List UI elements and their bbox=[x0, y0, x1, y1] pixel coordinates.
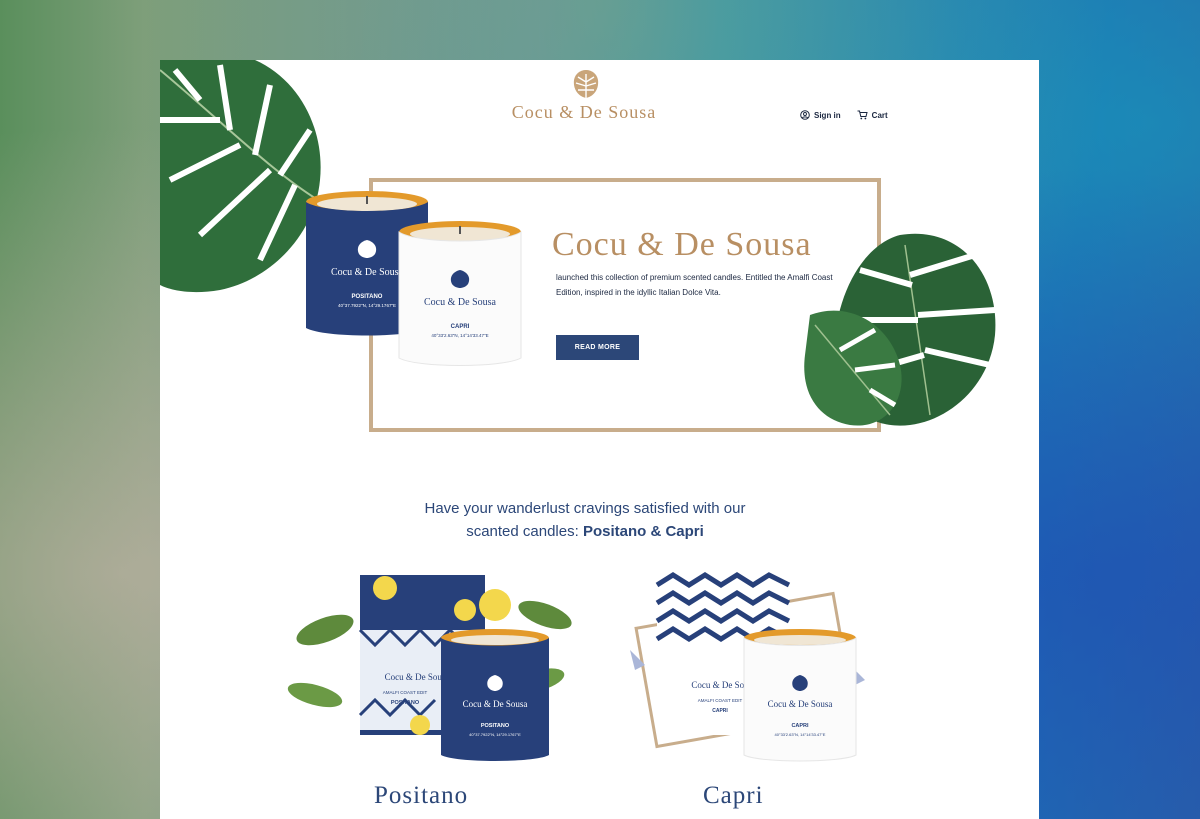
positano-candle-brand: Cocu & De Sousa bbox=[463, 699, 528, 709]
cart-label: Cart bbox=[871, 110, 888, 120]
hero-candle-capri-brand: Cocu & De Sousa bbox=[424, 297, 497, 308]
product-title-positano[interactable]: Positano bbox=[374, 782, 468, 810]
website-page: Cocu & De Sousa Sign in Cart Cocu & De S… bbox=[160, 60, 1039, 819]
hero-candle-positano-brand: Cocu & De Sousa bbox=[331, 267, 404, 278]
monstera-leaf-right-decoration bbox=[804, 233, 996, 426]
brand-logo[interactable]: Cocu & De Sousa bbox=[460, 102, 708, 123]
user-icon bbox=[800, 110, 810, 120]
product-image-positano[interactable]: Cocu & De Sousa AMALFI COAST EDIT POSITA… bbox=[285, 570, 585, 770]
cart-icon bbox=[857, 110, 868, 120]
positano-candle-name: POSITANO bbox=[481, 723, 510, 729]
tagline-line2-text: scanted candles: bbox=[466, 523, 583, 540]
positano-box-name: POSITANO bbox=[391, 700, 420, 706]
hero-description: launched this collection of premium scen… bbox=[556, 273, 833, 297]
monstera-leaf-left-decoration bbox=[160, 60, 321, 293]
positano-box-brand: Cocu & De Sousa bbox=[385, 672, 450, 682]
capri-box-edition: AMALFI COAST EDIT bbox=[698, 698, 743, 703]
hero-candle-capri-coords: 40°33'2.63"N, 14°14'33.47"E bbox=[431, 333, 488, 338]
positano-box-edition: AMALFI COAST EDIT bbox=[383, 690, 428, 695]
positano-candle-coords: 40°37.7922"N, 14°29.1767"E bbox=[469, 732, 521, 737]
cart-link[interactable]: Cart bbox=[857, 110, 888, 120]
product-image-capri[interactable]: Cocu & De Sou AMALFI COAST EDIT CAPRI Co… bbox=[615, 570, 875, 770]
signin-label: Sign in bbox=[814, 110, 841, 120]
product-title-capri[interactable]: Capri bbox=[703, 782, 764, 810]
tagline-line2: scanted candles: Positano & Capri bbox=[360, 520, 810, 543]
hero-candle-positano-name: POSITANO bbox=[352, 294, 383, 300]
read-more-button[interactable]: READ MORE bbox=[556, 335, 639, 360]
tagline-line1: Have your wanderlust cravings satisfied … bbox=[424, 500, 746, 517]
tagline: Have your wanderlust cravings satisfied … bbox=[360, 497, 810, 543]
signin-link[interactable]: Sign in bbox=[800, 110, 841, 120]
top-nav: Sign in Cart bbox=[800, 110, 888, 120]
tagline-bold: Positano & Capri bbox=[582, 523, 704, 540]
hero-candle-positano-coords: 40°37.7922"N, 14°29.1767"E bbox=[338, 303, 396, 308]
hero-title: Cocu & De Sousa bbox=[552, 226, 812, 263]
capri-candle-coords: 40°33'2.63"N, 14°14'33.47"E bbox=[775, 732, 826, 737]
capri-box-name: CAPRI bbox=[712, 708, 728, 714]
hero-candle-capri: Cocu & De Sousa CAPRI 40°33'2.63"N, 14°1… bbox=[398, 221, 522, 366]
hero-candle-capri-name: CAPRI bbox=[451, 324, 470, 330]
capri-candle-brand: Cocu & De Sousa bbox=[768, 699, 833, 709]
capri-box-brand: Cocu & De Sou bbox=[691, 680, 749, 690]
capri-candle-name: CAPRI bbox=[791, 723, 809, 729]
monstera-leaf-logo-icon bbox=[573, 70, 599, 98]
